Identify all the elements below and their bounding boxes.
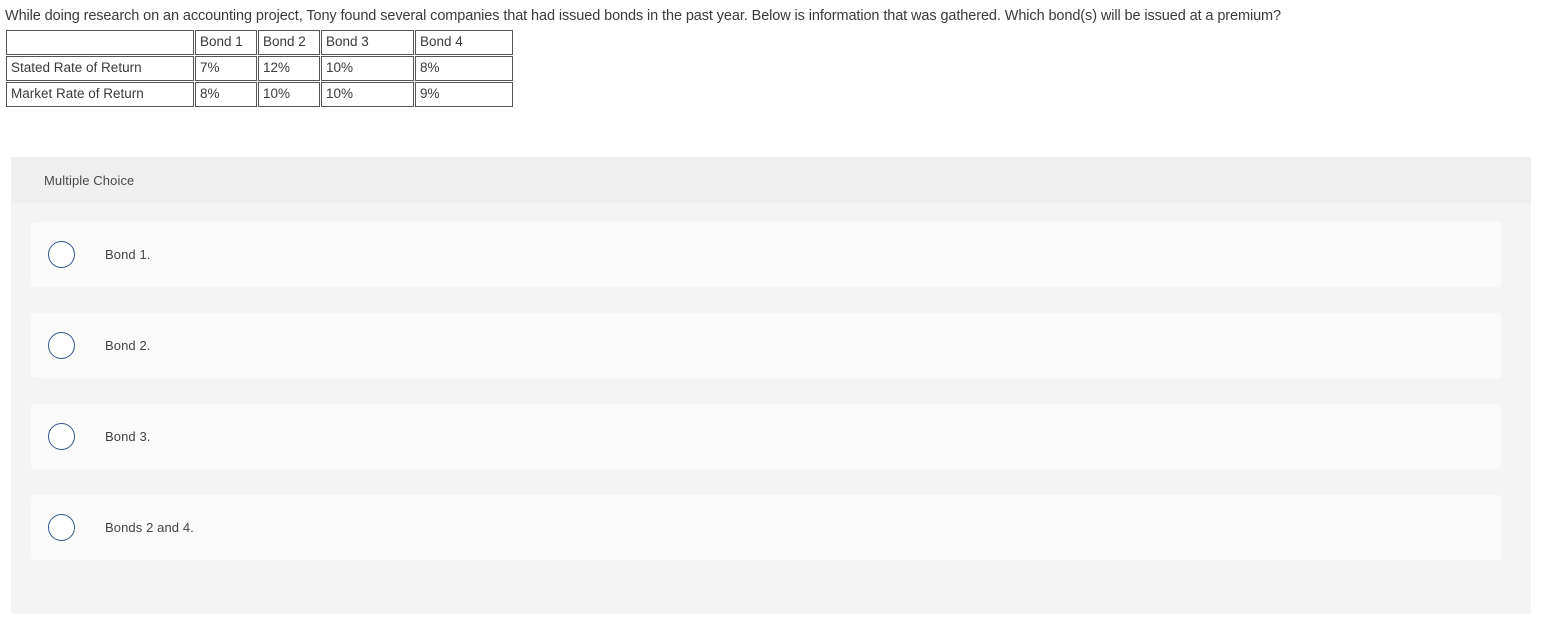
table-column-header-bond-4: Bond 4 [415,30,513,55]
question-stem: While doing research on an accounting pr… [5,8,1281,24]
table-column-header-bond-1: Bond 1 [195,30,257,55]
radio-button-icon-option-1[interactable] [48,241,75,268]
radio-button-icon-option-4[interactable] [48,514,75,541]
table-column-header-bond-2: Bond 2 [258,30,320,55]
option-row-4[interactable]: Bonds 2 and 4. [31,495,1501,560]
cell-market-rate-bond-1: 8% [195,82,257,107]
cell-market-rate-bond-3: 10% [321,82,414,107]
table-header: Bond 1 Bond 2 Bond 3 Bond 4 [6,30,513,55]
cell-stated-rate-bond-3: 10% [321,56,414,81]
radio-button-icon-option-3[interactable] [48,423,75,450]
cell-market-rate-bond-4: 9% [415,82,513,107]
cell-market-rate-bond-2: 10% [258,82,320,107]
options-list: Bond 1. Bond 2. Bond 3. Bonds 2 and 4. [11,203,1531,560]
row-label-stated-rate: Stated Rate of Return [6,56,194,81]
table-body: Stated Rate of Return 7% 12% 10% 8% Mark… [6,56,513,107]
option-row-1[interactable]: Bond 1. [31,222,1501,287]
answer-panel-header: Multiple Choice [11,157,1531,203]
table-row: Stated Rate of Return 7% 12% 10% 8% [6,56,513,81]
radio-button-icon-option-2[interactable] [48,332,75,359]
bond-information-table: Bond 1 Bond 2 Bond 3 Bond 4 Stated Rate … [5,29,514,108]
cell-stated-rate-bond-1: 7% [195,56,257,81]
answer-type-label: Multiple Choice [44,172,135,188]
table-header-row: Bond 1 Bond 2 Bond 3 Bond 4 [6,30,513,55]
row-label-market-rate: Market Rate of Return [6,82,194,107]
table-column-header-bond-3: Bond 3 [321,30,414,55]
option-label-2: Bond 2. [105,338,151,353]
answer-panel: Multiple Choice Bond 1. Bond 2. Bond 3. … [11,157,1531,614]
cell-stated-rate-bond-2: 12% [258,56,320,81]
table-corner-cell [6,30,194,55]
option-label-3: Bond 3. [105,429,151,444]
option-label-4: Bonds 2 and 4. [105,520,194,535]
table-row: Market Rate of Return 8% 10% 10% 9% [6,82,513,107]
option-label-1: Bond 1. [105,247,151,262]
option-row-2[interactable]: Bond 2. [31,313,1501,378]
option-row-3[interactable]: Bond 3. [31,404,1501,469]
cell-stated-rate-bond-4: 8% [415,56,513,81]
